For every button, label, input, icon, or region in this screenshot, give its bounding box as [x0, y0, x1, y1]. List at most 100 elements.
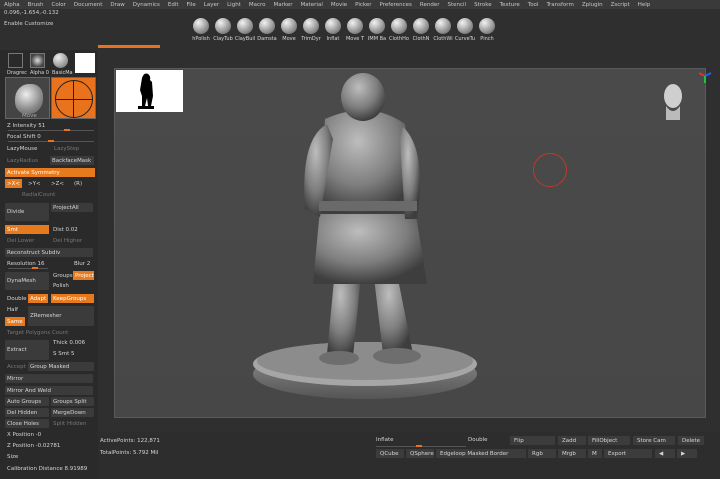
same-toggle[interactable]: Same: [5, 317, 25, 326]
menu-picker[interactable]: Picker: [355, 2, 371, 8]
menu-render[interactable]: Render: [420, 2, 440, 8]
next-arrow-icon[interactable]: ▶: [677, 449, 697, 458]
camera-head-icon[interactable]: [660, 80, 686, 124]
brush-move-t[interactable]: Move T: [344, 18, 366, 42]
brush-imm-ba[interactable]: IMM Ba: [366, 18, 388, 42]
menu-zplugin[interactable]: Zplugin: [582, 2, 603, 8]
menu-brush[interactable]: Brush: [28, 2, 44, 8]
divide-button[interactable]: Divide: [5, 203, 49, 221]
brush-move[interactable]: Move: [278, 18, 300, 42]
symmetry-r-button[interactable]: (R): [72, 179, 82, 188]
project-all-button[interactable]: ProjectAll: [51, 203, 93, 212]
enable-customize-button[interactable]: Enable Customize: [4, 21, 53, 27]
thick-slider[interactable]: Thick 0.006: [51, 338, 85, 347]
blur-slider[interactable]: Blur 2: [72, 259, 90, 268]
groups-toggle[interactable]: Groups: [51, 271, 73, 280]
menu-transform[interactable]: Transform: [546, 2, 573, 8]
s-smt-slider[interactable]: S Smt 5: [51, 349, 75, 358]
lazystep-slider[interactable]: LazyStep: [52, 144, 79, 153]
menu-light[interactable]: Light: [227, 2, 241, 8]
menu-preferences[interactable]: Preferences: [380, 2, 412, 8]
dist-slider[interactable]: Dist 0.02: [51, 225, 78, 234]
merge-down-button[interactable]: MergeDown: [51, 408, 94, 417]
z-position-slider[interactable]: Z Position -0.02781: [5, 441, 60, 450]
rgb-button[interactable]: Rgb: [528, 449, 556, 458]
menu-texture[interactable]: Texture: [500, 2, 520, 8]
menu-draw[interactable]: Draw: [110, 2, 124, 8]
menu-file[interactable]: File: [187, 2, 196, 8]
target-polygons-slider[interactable]: Target Polygons Count: [5, 328, 68, 337]
symmetry-y-button[interactable]: >Y<: [26, 179, 41, 188]
delete-button[interactable]: Delete: [678, 436, 704, 445]
m-button[interactable]: M: [588, 449, 602, 458]
flip-button[interactable]: Flip: [510, 436, 555, 445]
brush-clothwi[interactable]: ClothWi: [432, 18, 454, 42]
menu-movie[interactable]: Movie: [331, 2, 347, 8]
fill-object-button[interactable]: FillObject: [588, 436, 630, 445]
reference-thumbnail[interactable]: [116, 70, 183, 112]
del-lower-button[interactable]: Del Lower: [5, 236, 34, 245]
brush-claytub[interactable]: ClayTub: [212, 18, 234, 42]
menu-stencil[interactable]: Stencil: [447, 2, 466, 8]
double-toggle[interactable]: Double: [5, 294, 27, 303]
menu-layer[interactable]: Layer: [204, 2, 219, 8]
alpha-thumbnail[interactable]: [30, 53, 45, 68]
menu-document[interactable]: Document: [74, 2, 103, 8]
brush-trimdyr[interactable]: TrimDyr: [300, 18, 322, 42]
del-higher-button[interactable]: Del Higher: [51, 236, 82, 245]
brush-hpolish[interactable]: hPolish: [190, 18, 212, 42]
project-toggle[interactable]: Project: [73, 271, 94, 280]
menu-marker[interactable]: Marker: [274, 2, 293, 8]
prev-arrow-icon[interactable]: ◀: [655, 449, 675, 458]
auto-groups-button[interactable]: Auto Groups: [5, 397, 49, 406]
stroke-thumbnail[interactable]: [8, 53, 23, 68]
brush-damsta[interactable]: Damsta: [256, 18, 278, 42]
close-holes-button[interactable]: Close Holes: [5, 419, 49, 428]
lazyradius-slider[interactable]: LazyRadius: [5, 156, 38, 165]
orientation-gizmo[interactable]: [697, 70, 713, 86]
brush-clothho[interactable]: ClothHo: [388, 18, 410, 42]
reconstruct-subdiv-button[interactable]: Reconstruct Subdiv: [5, 248, 93, 257]
backface-mask-button[interactable]: BackfaceMask: [50, 156, 94, 165]
brush-clothn[interactable]: ClothN: [410, 18, 432, 42]
color-swatch[interactable]: [75, 53, 95, 73]
mirror-button[interactable]: Mirror: [5, 374, 93, 383]
del-hidden-button[interactable]: Del Hidden: [5, 408, 49, 417]
accept-button[interactable]: Accept: [5, 362, 26, 371]
viewport-canvas[interactable]: [114, 68, 706, 418]
qcube-button[interactable]: QCube: [376, 449, 404, 458]
half-toggle[interactable]: Half: [5, 305, 18, 314]
inflate-slider[interactable]: Inflate: [376, 437, 393, 443]
menu-edit[interactable]: Edit: [168, 2, 179, 8]
menu-zscript[interactable]: Zscript: [611, 2, 630, 8]
menu-help[interactable]: Help: [638, 2, 651, 8]
dynamesh-button[interactable]: DynaMesh: [5, 272, 49, 290]
material-thumbnail[interactable]: [53, 53, 68, 68]
qsphere-button[interactable]: QSphere: [406, 449, 434, 458]
mrgb-button[interactable]: Mrgb: [558, 449, 586, 458]
export-button[interactable]: Export: [604, 449, 652, 458]
size-slider[interactable]: Size: [5, 452, 18, 461]
split-hidden-button[interactable]: Split Hidden: [51, 419, 86, 428]
group-masked-button[interactable]: Group Masked: [28, 362, 94, 371]
zadd-button[interactable]: Zadd: [558, 436, 586, 445]
mirror-and-weld-button[interactable]: Mirror And Weld: [5, 386, 93, 395]
resolution-slider[interactable]: Resolution 16: [5, 259, 45, 268]
brush-inflat[interactable]: Inflat: [322, 18, 344, 42]
groups-split-button[interactable]: Groups Split: [51, 397, 94, 406]
radial-count-slider[interactable]: RadialCount: [20, 190, 55, 199]
menu-alpha[interactable]: Alpha: [4, 2, 20, 8]
symmetry-x-button[interactable]: >X<: [5, 179, 22, 188]
keep-groups-toggle[interactable]: KeepGroups: [51, 294, 94, 303]
smt-toggle[interactable]: Smt: [5, 225, 49, 234]
focal-shift-slider[interactable]: Focal Shift 0: [5, 132, 41, 141]
menu-color[interactable]: Color: [52, 2, 66, 8]
menu-stroke[interactable]: Stroke: [474, 2, 492, 8]
lazymouse-button[interactable]: LazyMouse: [5, 144, 37, 153]
menu-dynamics[interactable]: Dynamics: [133, 2, 160, 8]
stroke-preview[interactable]: [51, 77, 96, 119]
edgeloop-masked-border-button[interactable]: Edgeloop Masked Border: [436, 449, 526, 458]
brush-pinch[interactable]: Pinch: [476, 18, 498, 42]
brush-curvetu[interactable]: CurveTu: [454, 18, 476, 42]
zremesher-button[interactable]: ZRemesher: [28, 306, 94, 326]
